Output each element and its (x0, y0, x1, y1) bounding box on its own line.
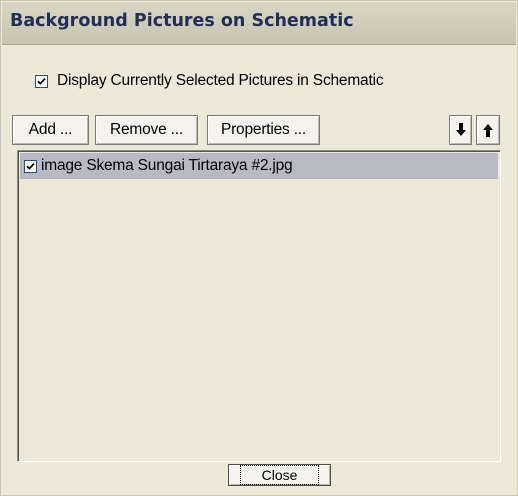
move-up-button[interactable] (476, 115, 500, 145)
properties-button[interactable]: Properties ... (207, 115, 320, 145)
remove-button[interactable]: Remove ... (95, 115, 198, 145)
list-item[interactable]: image Skema Sungai Tirtaraya #2.jpg (20, 153, 498, 179)
arrow-down-icon (455, 123, 466, 136)
title-bar[interactable]: Background Pictures on Schematic (2, 2, 516, 45)
checkmark-icon (26, 162, 35, 170)
picture-checkbox[interactable] (24, 159, 37, 173)
move-down-button[interactable] (449, 115, 472, 145)
checkmark-icon (37, 77, 46, 85)
close-button-label: Close (239, 465, 320, 485)
arrow-up-icon (483, 124, 493, 137)
background-pictures-dialog: Background Pictures on Schematic Display… (0, 0, 518, 496)
picture-filename: image Skema Sungai Tirtaraya #2.jpg (41, 157, 293, 174)
add-button[interactable]: Add ... (12, 115, 89, 145)
display-selected-label: Display Currently Selected Pictures in S… (57, 72, 384, 89)
display-selected-checkbox[interactable] (35, 74, 48, 88)
dialog-title: Background Pictures on Schematic (10, 11, 354, 31)
close-button[interactable]: Close (228, 464, 331, 486)
display-selected-option[interactable]: Display Currently Selected Pictures in S… (35, 71, 384, 91)
pictures-list[interactable]: image Skema Sungai Tirtaraya #2.jpg (17, 150, 501, 462)
